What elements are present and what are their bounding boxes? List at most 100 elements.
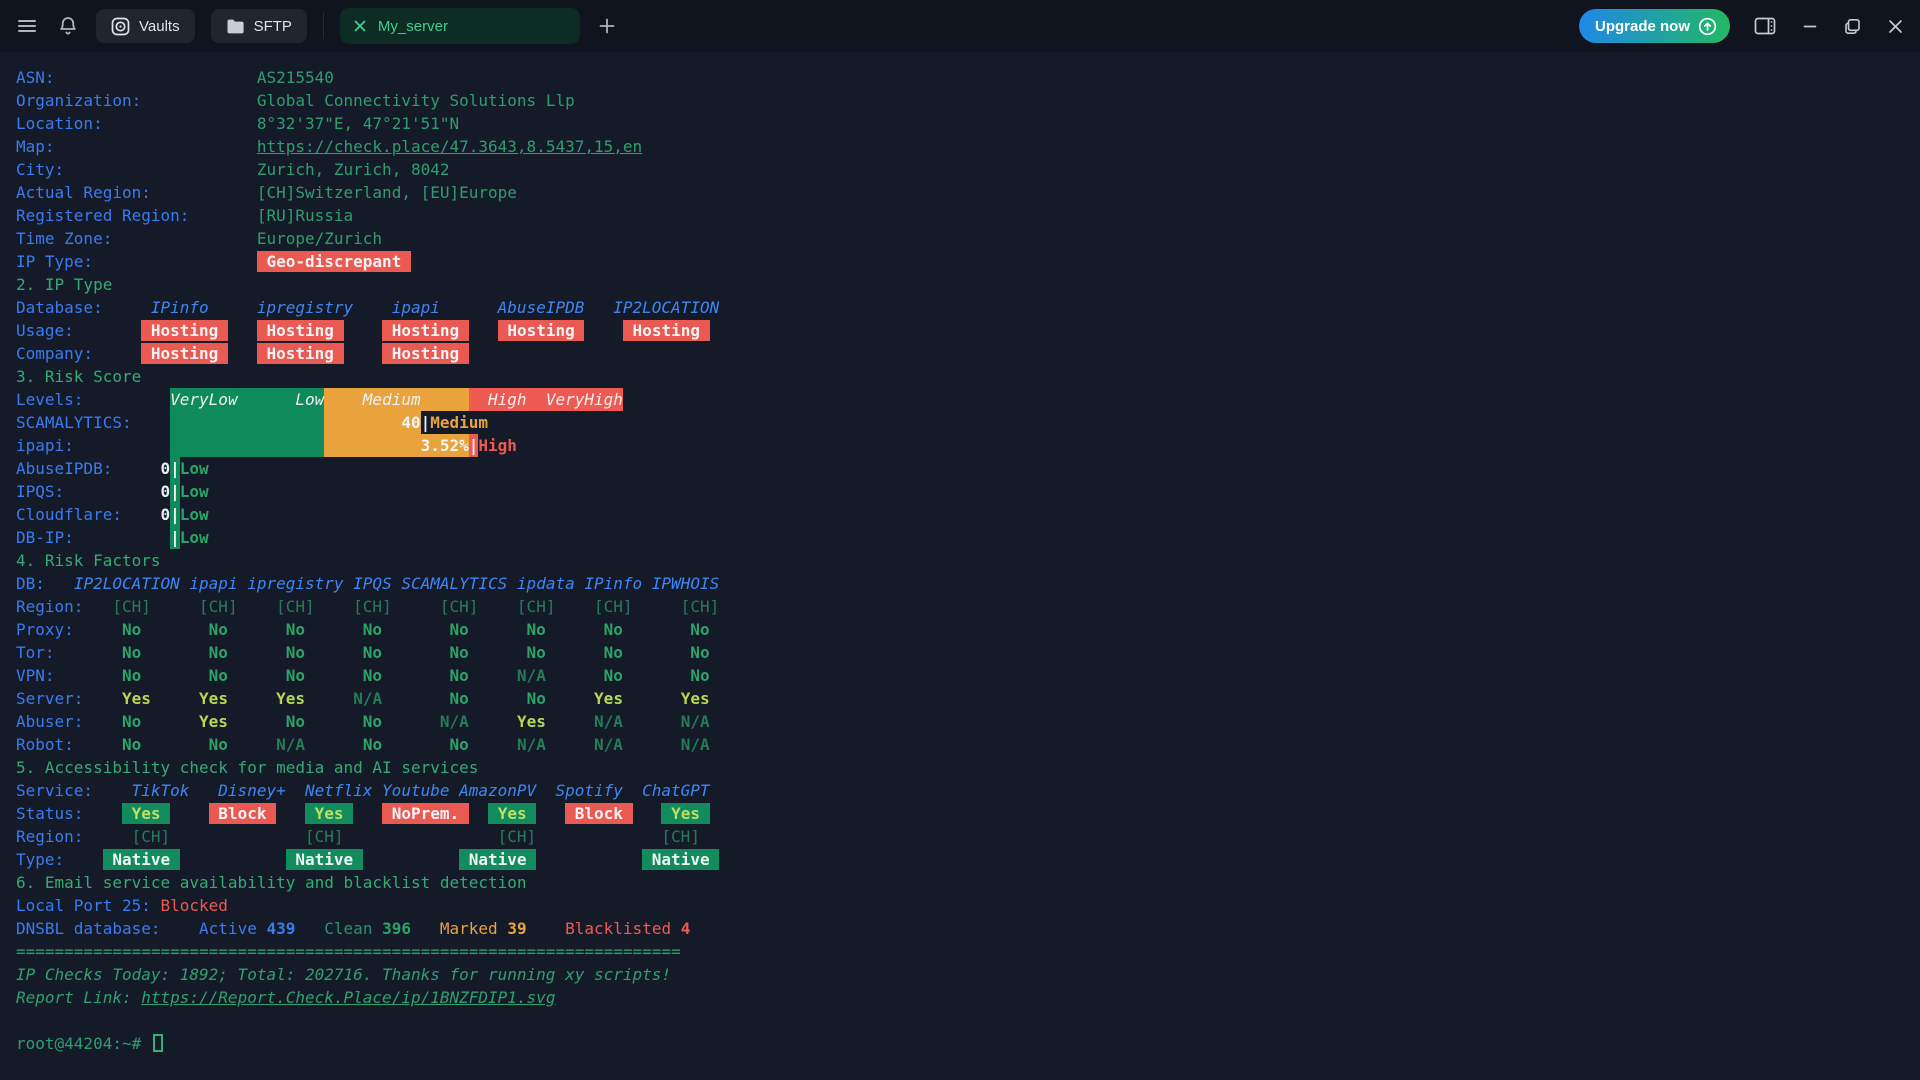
terminal-text	[55, 643, 122, 662]
terminal-text: DB:	[16, 574, 45, 593]
terminal-text	[469, 804, 488, 823]
terminal-text	[83, 597, 112, 616]
maximize-button[interactable]	[1842, 16, 1863, 37]
terminal-text	[151, 183, 257, 202]
tab-my-server[interactable]: My_server	[340, 8, 580, 44]
terminal-text: Yes	[122, 803, 170, 824]
terminal-text: 5. Accessibility check for media and AI …	[16, 758, 478, 777]
app-window: Vaults SFTP My_server Upgrade now	[0, 0, 1920, 1080]
terminal-text: Yes	[661, 803, 709, 824]
terminal-line: DNSBL database: Active 439 Clean 396 Mar…	[16, 917, 1920, 940]
terminal-line: SCAMALYTICS: 40|Medium	[16, 411, 1920, 434]
terminal-text: Yes	[681, 689, 710, 708]
terminal-line: ========================================…	[16, 940, 1920, 963]
terminal-link[interactable]: https://check.place/47.3643,8.5437,15,en	[257, 137, 642, 156]
terminal-text: No	[527, 689, 546, 708]
terminal-text: High VeryHigh	[469, 388, 623, 411]
terminal-text	[112, 229, 257, 248]
terminal-text: VPN:	[16, 666, 55, 685]
terminal-text: Yes	[199, 712, 228, 731]
terminal-text: Database:	[16, 298, 103, 317]
terminal-text	[305, 735, 363, 754]
terminal-text	[228, 321, 257, 340]
terminal-text: Cloudflare:	[16, 505, 122, 524]
minimize-button[interactable]	[1800, 16, 1820, 36]
terminal-text: No	[363, 735, 382, 754]
terminal-text: 3. Risk Score	[16, 367, 141, 386]
terminal-line: DB: IP2LOCATION ipapi ipregistry IPQS SC…	[16, 572, 1920, 595]
terminal-text	[228, 344, 257, 363]
terminal-text: Native	[459, 849, 536, 870]
terminal-text: No	[122, 712, 141, 731]
terminal-text	[55, 666, 122, 685]
terminal-text: Low	[180, 459, 209, 478]
terminal-text	[623, 689, 681, 708]
terminal-text: Actual Region:	[16, 183, 151, 202]
topbar-divider	[323, 13, 324, 39]
terminal-text: N/A	[594, 735, 623, 754]
terminal-text	[122, 505, 161, 524]
terminal-text: Medium	[324, 388, 469, 411]
terminal-line: 6. Email service availability and blackl…	[16, 871, 1920, 894]
menu-icon	[16, 15, 38, 37]
terminal-text: No No No No No No No No	[122, 620, 710, 639]
terminal-text: [CH] [CH] [CH] [CH]	[132, 827, 700, 846]
terminal-line: Database: IPinfo ipregistry ipapi AbuseI…	[16, 296, 1920, 319]
terminal-text: Block	[209, 803, 276, 824]
terminal-text: Yes	[517, 712, 546, 731]
terminal-text: Report Link:	[16, 988, 141, 1007]
terminal-line	[16, 1009, 1920, 1032]
terminal-text	[55, 137, 257, 156]
terminal-text: Yes	[276, 689, 305, 708]
terminal-text: |	[421, 413, 431, 432]
terminal-text	[623, 735, 681, 754]
terminal-text: Tor:	[16, 643, 55, 662]
terminal-text	[93, 344, 141, 363]
terminal-text: N/A	[440, 712, 469, 731]
vaults-button[interactable]: Vaults	[96, 9, 195, 43]
terminal-text: 4	[681, 919, 691, 938]
terminal-text	[170, 411, 324, 434]
notifications-icon	[58, 15, 78, 37]
terminal-line: Proxy: No No No No No No No No	[16, 618, 1920, 641]
terminal-text	[344, 321, 383, 340]
terminal-text: Hosting	[257, 320, 344, 341]
close-tab-icon[interactable]	[353, 19, 367, 33]
upgrade-arrow-icon	[1698, 17, 1717, 36]
terminal-text: N/A	[681, 712, 710, 731]
new-tab-button[interactable]	[596, 15, 618, 37]
terminal-text: Abuser:	[16, 712, 83, 731]
terminal-text	[469, 712, 517, 731]
terminal-text: N/A	[353, 689, 382, 708]
terminal[interactable]: ASN: AS215540Organization: Global Connec…	[0, 52, 1920, 1055]
terminal-text	[295, 919, 324, 938]
terminal-text	[103, 114, 257, 133]
terminal-line: Company: Hosting Hosting Hosting	[16, 342, 1920, 365]
terminal-line: 3. Risk Score	[16, 365, 1920, 388]
terminal-text: IP2LOCATION ipapi ipregistry IPQS SCAMAL…	[74, 574, 719, 593]
terminal-text: root@44204:~#	[16, 1034, 151, 1053]
terminal-text: Native	[642, 849, 719, 870]
terminal-line: Registered Region: [RU]Russia	[16, 204, 1920, 227]
terminal-text: No	[450, 735, 469, 754]
terminal-text: No	[286, 712, 305, 731]
terminal-text: Active	[199, 919, 266, 938]
terminal-text: Time Zone:	[16, 229, 112, 248]
menu-button[interactable]	[14, 13, 40, 39]
terminal-link[interactable]: https://Report.Check.Place/ip/1BNZFDIP1.…	[141, 988, 555, 1007]
terminal-text: Registered Region:	[16, 206, 189, 225]
split-view-button[interactable]	[1752, 15, 1778, 37]
close-button[interactable]	[1885, 16, 1906, 37]
terminal-text: Yes	[199, 689, 228, 708]
terminal-text: Low	[180, 505, 209, 524]
notifications-button[interactable]	[56, 13, 80, 39]
sftp-button[interactable]: SFTP	[211, 9, 307, 43]
terminal-text: Global Connectivity Solutions Llp	[257, 91, 575, 110]
terminal-text: No	[209, 735, 228, 754]
terminal-text: 396	[382, 919, 411, 938]
terminal-text: IP Type:	[16, 252, 93, 271]
terminal-line: 5. Accessibility check for media and AI …	[16, 756, 1920, 779]
terminal-text	[382, 735, 449, 754]
upgrade-button[interactable]: Upgrade now	[1579, 9, 1730, 43]
terminal-text	[382, 689, 449, 708]
